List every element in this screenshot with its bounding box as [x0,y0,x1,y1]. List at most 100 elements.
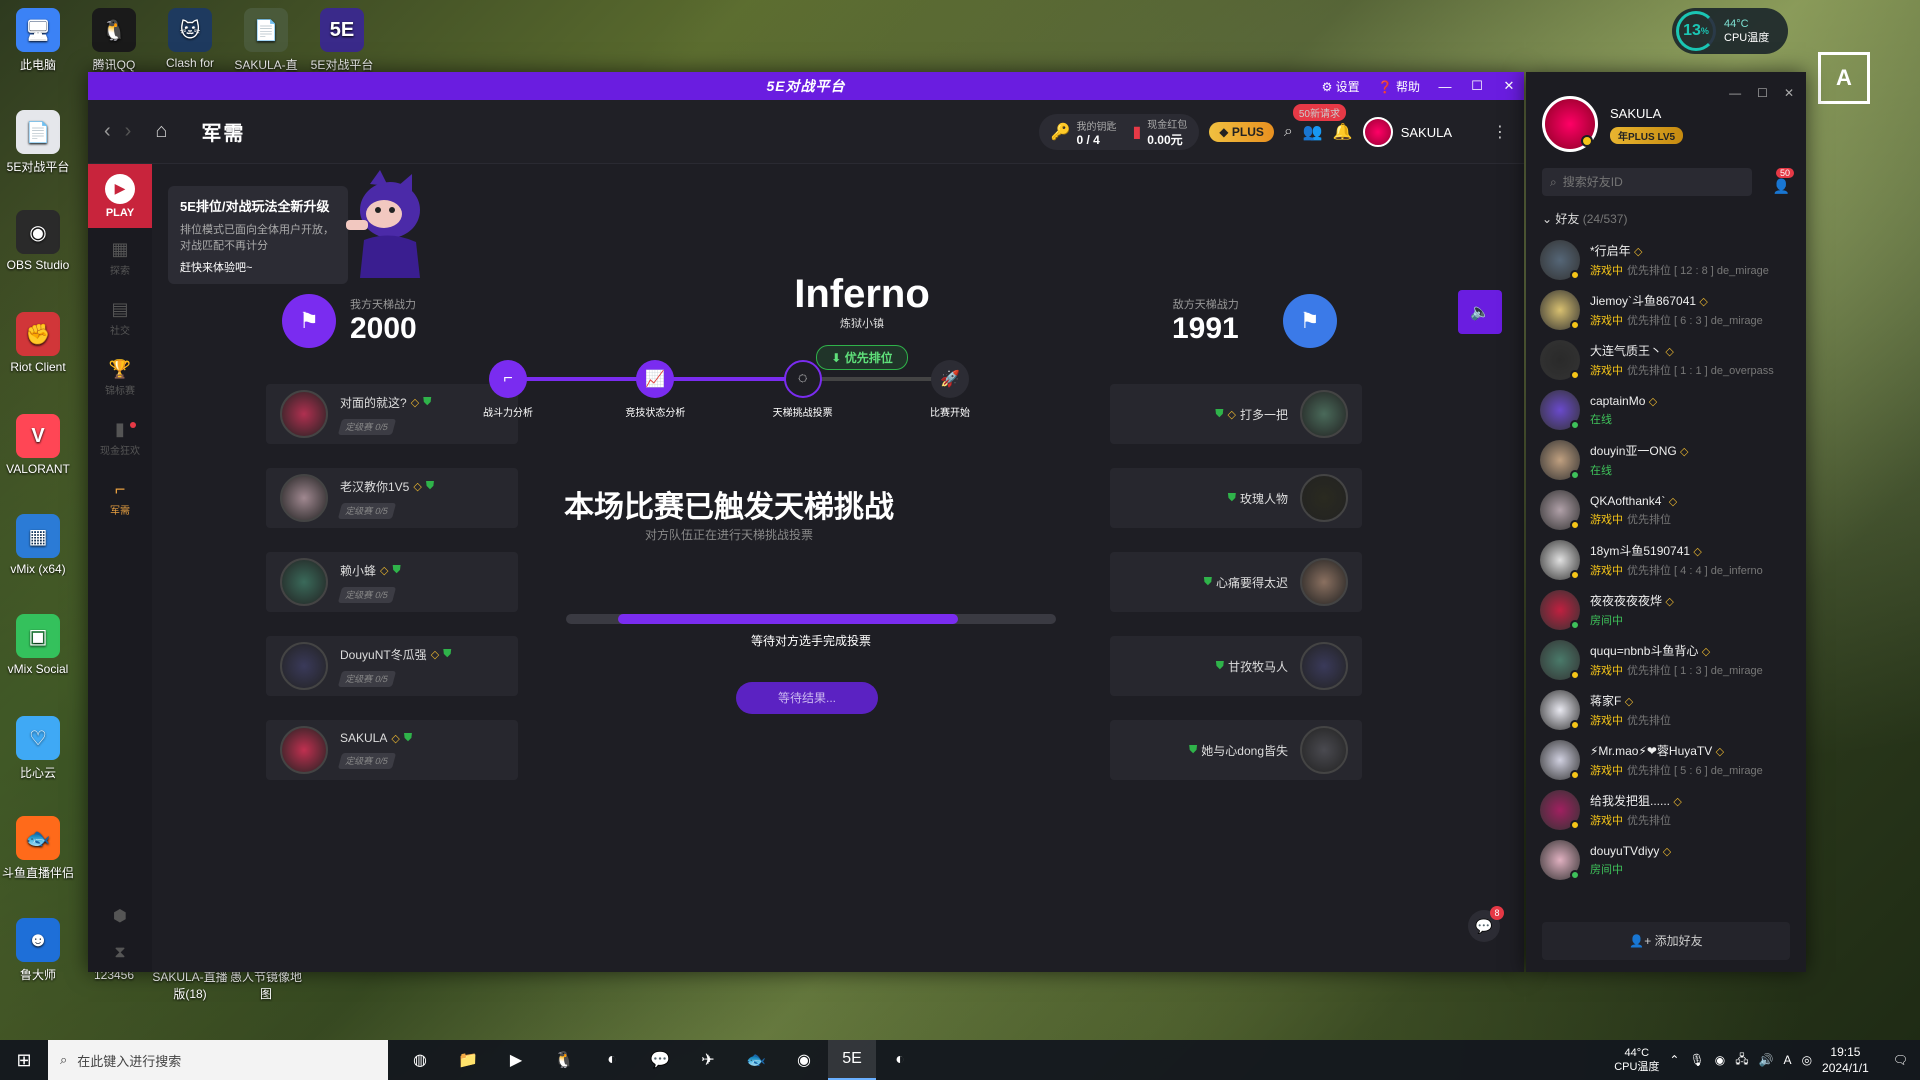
obs-icon[interactable]: ◉ [780,1040,828,1080]
my-team-player-card[interactable]: 赖小蜂 ◇ ⛊ 定级赛 0/5 [266,552,518,612]
close-button[interactable]: ✕ [1784,86,1794,100]
enemy-team-player-card[interactable]: ⛊ 玫瑰人物 [1110,468,1362,528]
steam-tray-icon[interactable]: ◉ [1715,1053,1725,1067]
wechat-icon[interactable]: 💬 [636,1040,684,1080]
close-button[interactable]: ✕ [1502,78,1516,94]
5e-icon[interactable]: 5E [828,1040,876,1080]
list-item[interactable]: 大连气质王丶 ◇ 游戏中 优先排位 [ 1 : 1 ] de_overpass [1526,335,1806,385]
desktop-icon[interactable]: ▦ vMix (x64) [0,514,76,576]
promo-popup[interactable]: 5E排位/对战玩法全新升级 排位模式已面向全体用户开放，对战匹配不再计分 赶快来… [168,186,348,284]
enemy-team-player-card[interactable]: ⛊ 她与心dong皆失 [1110,720,1362,780]
speaker-icon[interactable]: 🔈 [1458,290,1502,334]
friend-search-box[interactable]: ⌕ [1542,168,1752,196]
user-menu[interactable]: SAKULA [1362,117,1452,147]
minimize-button[interactable]: — [1438,79,1452,94]
sidebar-item-gun[interactable]: ⌐ 军需 [88,468,152,528]
desktop-icon[interactable]: SAKULA-直播版(18) [152,968,228,1002]
notification-icon[interactable]: 🗨 [1893,1053,1908,1067]
list-item[interactable]: ⚡Mr.mao⚡❤蓉HuyaTV ◇ 游戏中 优先排位 [ 5 : 6 ] de_m… [1526,735,1806,785]
desktop-icon[interactable]: ◉ OBS Studio [0,210,76,272]
titlebar[interactable]: 5E对战平台 ⚙ 设置 ❓ 帮助 — ☐ ✕ [88,72,1524,100]
help-button[interactable]: ❓ 帮助 [1378,78,1420,95]
desktop-icon[interactable]: 愚人节镜像地图 [228,968,304,1002]
steam-icon[interactable]: ◐ [588,1040,636,1080]
folder-icon[interactable]: 📁 [444,1040,492,1080]
my-team-player-card[interactable]: DouyuNT冬瓜强 ◇ ⛊ 定级赛 0/5 [266,636,518,696]
back-arrow-icon[interactable]: ‹ [104,120,111,143]
list-item[interactable]: douyuTVdiyy ◇ 房间中 [1526,835,1806,885]
qq-icon[interactable]: 🐧 [540,1040,588,1080]
tray-temp[interactable]: 44°C CPU温度 [1614,1046,1659,1074]
cpu-widget[interactable]: 13% 44°C CPU温度 [1672,8,1788,54]
microphone-icon[interactable]: 🎙 [1689,1053,1704,1067]
volume-icon[interactable]: 🔊 [1759,1053,1774,1067]
desktop-icon[interactable]: 🐟 斗鱼直播伴侣 [0,816,76,881]
play-tab[interactable]: ▶ PLAY [88,164,152,228]
hourglass-icon[interactable]: ⧗ [88,944,152,962]
my-team-player-card[interactable]: SAKULA ◇ ⛊ 定级赛 0/5 [266,720,518,780]
chat-icon[interactable]: 💬 8 [1468,906,1504,942]
list-item[interactable]: *行启年 ◇ 游戏中 优先排位 [ 12 : 8 ] de_mirage [1526,235,1806,285]
list-item[interactable]: Jiemoy`斗鱼867041 ◇ 游戏中 优先排位 [ 6 : 3 ] de_mi… [1526,285,1806,335]
sidebar-item-cash[interactable]: ▮ 现金狂欢 [88,408,152,468]
forward-arrow-icon[interactable]: › [125,120,132,143]
brand-logo-icon[interactable]: A [1818,52,1870,104]
maximize-button[interactable]: ☐ [1757,86,1768,100]
plus-badge[interactable]: ◆ PLUS [1209,122,1274,142]
list-item[interactable]: ququ=nbnb斗鱼背心 ◇ 游戏中 优先排位 [ 1 : 3 ] de_mira… [1526,635,1806,685]
list-item[interactable]: 给我发把狙...... ◇ 游戏中 优先排位 [1526,785,1806,835]
my-team-player-card[interactable]: 老汉教你1V5 ◇ ⛊ 定级赛 0/5 [266,468,518,528]
avatar[interactable] [1542,96,1598,152]
steam-icon[interactable]: ◐ [876,1040,924,1080]
desktop-icon[interactable]: 📄 SAKULA-直 [228,8,304,73]
bell-icon[interactable]: 🔔 [1333,122,1353,142]
enemy-team-player-card[interactable]: ⛊ 心痛要得太迟 [1110,552,1362,612]
desktop-icon[interactable]: 5E 5E对战平台 [304,8,380,73]
list-item[interactable]: douyin亚一ONG ◇ 在线 [1526,435,1806,485]
desktop-icon[interactable]: V VALORANT [0,414,76,476]
sidebar-item-explore[interactable]: ▦ 探索 [88,228,152,288]
settings-button[interactable]: ⚙ 设置 [1322,78,1360,95]
desktop-icon[interactable]: ✊ Riot Client [0,312,76,374]
desktop-icon[interactable]: ☻ 鲁大师 [0,918,76,983]
friend-search-input[interactable] [1562,175,1733,189]
player-icon[interactable]: ▶ [492,1040,540,1080]
desktop-icon[interactable]: 🐧 腾讯QQ [76,8,152,73]
add-friend-button[interactable]: 👤+ 添加好友 [1542,922,1790,960]
windows-start-icon[interactable]: ⊞ [0,1050,48,1071]
promo-link[interactable]: 赶快来体验吧~ [180,259,336,275]
list-item[interactable]: 蒋家F ◇ 游戏中 优先排位 [1526,685,1806,735]
desktop-icon[interactable]: ▣ vMix Social [0,614,76,676]
search-icon[interactable]: ⌕ [1284,123,1293,141]
enemy-team-player-card[interactable]: ⛊ 甘孜牧马人 [1110,636,1362,696]
enemy-team-player-card[interactable]: ⛊ ◇ 打多一把 [1110,384,1362,444]
my-keys-chip[interactable]: 🔑 我的钥匙 0 / 4 ▮ 现金红包 0.00元 [1038,114,1200,150]
desktop-icon[interactable]: 📄 5E对战平台 [0,110,76,175]
douyu-icon[interactable]: 🐟 [732,1040,780,1080]
sidebar-item-social[interactable]: ▤ 社交 [88,288,152,348]
feishu-icon[interactable]: ✈ [684,1040,732,1080]
more-menu-icon[interactable]: ⋮ [1492,122,1508,142]
list-item[interactable]: captainMo ◇ 在线 [1526,385,1806,435]
home-icon[interactable]: ⌂ [155,120,167,143]
desktop-icon[interactable]: 🐱 Clash for [152,8,228,70]
desktop-icon[interactable]: 🖥 此电脑 [0,8,76,73]
chevron-up-icon[interactable]: ⌃ [1669,1053,1679,1067]
desktop-icon[interactable]: ♡ 比心云 [0,716,76,781]
list-item[interactable]: 夜夜夜夜夜烨 ◇ 房间中 [1526,585,1806,635]
list-item[interactable]: QKAofthank4` ◇ 游戏中 优先排位 [1526,485,1806,535]
qq-tray-icon[interactable]: ◎ [1802,1053,1812,1067]
maximize-button[interactable]: ☐ [1470,78,1484,94]
friends-group-header[interactable]: ⌄ 好友 (24/537) [1542,210,1790,227]
minimize-button[interactable]: — [1729,86,1741,100]
taskbar-search[interactable]: ⌕ 在此键入进行搜索 [48,1040,388,1080]
friends-requests-icon[interactable]: 👥 50新请求 [1292,104,1346,142]
chrome-icon[interactable]: ◍ [396,1040,444,1080]
sidebar-item-trophy[interactable]: 🏆 锦标赛 [88,348,152,408]
clock[interactable]: 19:15 2024/1/1 [1822,1044,1869,1076]
network-icon[interactable]: 🖧 [1735,1050,1748,1071]
ime-icon[interactable]: A [1784,1053,1792,1067]
list-item[interactable]: 18ym斗鱼5190741 ◇ 游戏中 优先排位 [ 4 : 4 ] de_infe… [1526,535,1806,585]
cube-icon[interactable]: ⬢ [88,906,152,926]
add-user-icon[interactable]: 👤 [1773,178,1790,195]
